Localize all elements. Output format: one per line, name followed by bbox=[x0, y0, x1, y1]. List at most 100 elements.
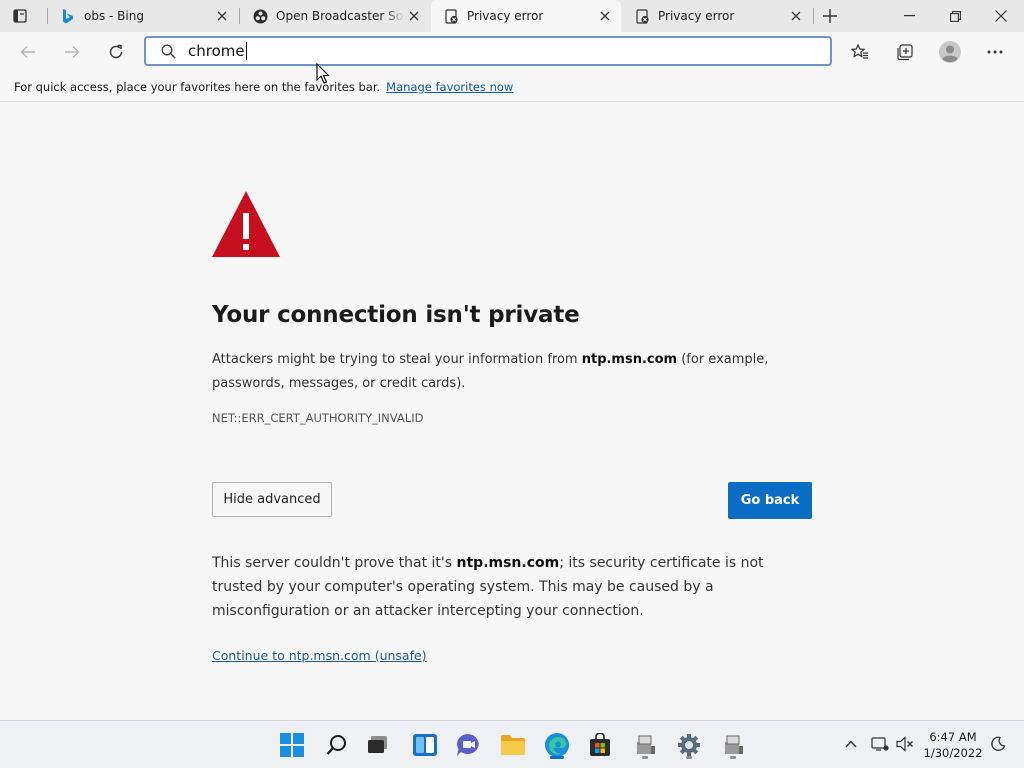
clock-time: 6:47 AM bbox=[929, 730, 977, 744]
folder-icon bbox=[501, 735, 525, 755]
details-text: This server couldn't prove that it's bbox=[212, 555, 457, 571]
moon-icon bbox=[991, 736, 1006, 751]
tab-title: Privacy error bbox=[658, 9, 735, 23]
page-title: Your connection isn't private bbox=[212, 302, 580, 328]
tab-title: Open Broadcaster Software bbox=[276, 9, 404, 23]
network-button[interactable] bbox=[869, 733, 891, 755]
active-app-indicator bbox=[550, 756, 564, 759]
restore-icon bbox=[949, 10, 961, 22]
edge-icon bbox=[545, 733, 569, 757]
favorites-star-icon bbox=[851, 44, 868, 59]
plus-icon bbox=[823, 9, 837, 23]
windows-start-icon bbox=[280, 733, 304, 757]
refresh-button[interactable] bbox=[102, 38, 130, 66]
error-description: Attackers might be trying to steal your … bbox=[212, 348, 812, 396]
close-icon bbox=[995, 10, 1007, 22]
bing-icon bbox=[60, 8, 76, 24]
running-app-indicator bbox=[642, 756, 648, 759]
minimize-button[interactable] bbox=[886, 0, 932, 32]
new-tab-button[interactable] bbox=[820, 6, 840, 26]
tab-bing[interactable]: obs - Bing bbox=[48, 0, 238, 32]
installer-icon bbox=[637, 735, 655, 754]
chat-button[interactable] bbox=[452, 729, 484, 761]
search-icon bbox=[326, 735, 346, 755]
widgets-icon bbox=[413, 734, 437, 756]
store-icon bbox=[590, 733, 610, 756]
taskbar-clock[interactable]: 6:47 AM 1/30/2022 bbox=[920, 729, 986, 761]
taskbar: 6:47 AM 1/30/2022 bbox=[0, 720, 1024, 768]
close-icon[interactable] bbox=[786, 6, 806, 26]
volume-button[interactable] bbox=[894, 733, 916, 755]
close-icon[interactable] bbox=[212, 6, 232, 26]
privacy-error-icon bbox=[443, 8, 459, 24]
clock-date: 1/30/2022 bbox=[923, 746, 983, 760]
error-page: Your connection isn't private Attackers … bbox=[0, 103, 1024, 720]
warning-triangle-icon bbox=[212, 191, 280, 257]
tab-privacy-error[interactable]: Privacy error bbox=[622, 0, 812, 32]
privacy-error-icon bbox=[634, 8, 650, 24]
store-button[interactable] bbox=[584, 729, 616, 761]
show-hidden-icons-button[interactable] bbox=[840, 733, 862, 755]
tab-actions-icon bbox=[13, 9, 27, 23]
back-button[interactable] bbox=[14, 38, 42, 66]
network-icon bbox=[871, 737, 889, 751]
settings-taskbar-button[interactable] bbox=[673, 729, 705, 761]
running-app-indicator bbox=[730, 756, 736, 759]
refresh-icon bbox=[109, 44, 123, 59]
volume-muted-icon bbox=[896, 736, 913, 752]
tab-privacy-error-active[interactable]: Privacy error bbox=[431, 0, 621, 32]
gear-icon bbox=[678, 734, 700, 756]
settings-more-button[interactable] bbox=[981, 38, 1009, 66]
installer-icon bbox=[725, 735, 743, 754]
restore-button[interactable] bbox=[932, 0, 978, 32]
taskbar-search-button[interactable] bbox=[321, 729, 353, 761]
mouse-cursor-icon bbox=[316, 63, 330, 84]
tab-title: Privacy error bbox=[467, 9, 544, 23]
running-app-indicator bbox=[686, 756, 692, 759]
favorites-button[interactable] bbox=[846, 38, 874, 66]
close-window-button[interactable] bbox=[978, 0, 1024, 32]
collections-button[interactable] bbox=[891, 38, 919, 66]
avatar-icon bbox=[939, 41, 961, 63]
collections-icon bbox=[897, 44, 913, 61]
favorites-bar: For quick access, place your favorites h… bbox=[0, 72, 1024, 102]
file-explorer-button[interactable] bbox=[497, 729, 529, 761]
obs-icon bbox=[252, 8, 268, 24]
go-back-button[interactable]: Go back bbox=[728, 482, 812, 519]
task-view-icon bbox=[368, 736, 387, 753]
notification-center-button[interactable] bbox=[987, 733, 1009, 755]
forward-button[interactable] bbox=[58, 38, 86, 66]
tab-title: obs - Bing bbox=[84, 9, 144, 23]
arrow-left-icon bbox=[20, 46, 35, 58]
text-caret bbox=[245, 42, 247, 60]
more-icon bbox=[987, 50, 1003, 54]
tab-obs[interactable]: Open Broadcaster Software bbox=[240, 0, 430, 32]
close-icon[interactable] bbox=[404, 6, 424, 26]
tab-separator bbox=[813, 8, 814, 24]
arrow-right-icon bbox=[65, 46, 80, 58]
address-bar[interactable]: chrome bbox=[144, 36, 832, 66]
task-view-button[interactable] bbox=[362, 729, 394, 761]
start-button[interactable] bbox=[276, 729, 308, 761]
host-name: ntp.msn.com bbox=[581, 352, 678, 367]
close-icon[interactable] bbox=[595, 6, 615, 26]
address-input-text: chrome bbox=[188, 42, 245, 60]
app-installer-button[interactable] bbox=[629, 729, 661, 761]
continue-unsafe-link[interactable]: Continue to ntp.msn.com (unsafe) bbox=[212, 648, 427, 663]
tab-actions-button[interactable] bbox=[10, 7, 30, 25]
error-code: NET::ERR_CERT_AUTHORITY_INVALID bbox=[212, 411, 424, 425]
advanced-details: This server couldn't prove that it's ntp… bbox=[212, 551, 812, 623]
setup-app-button[interactable] bbox=[717, 729, 749, 761]
widgets-button[interactable] bbox=[409, 729, 441, 761]
chat-icon bbox=[457, 734, 479, 756]
manage-favorites-link[interactable]: Manage favorites now bbox=[386, 80, 513, 94]
search-icon bbox=[158, 41, 178, 61]
hide-advanced-button[interactable]: Hide advanced bbox=[212, 482, 332, 517]
host-name: ntp.msn.com bbox=[456, 555, 560, 571]
tab-strip: obs - Bing Open Broadcaster Software Pri… bbox=[0, 0, 1024, 32]
chevron-up-icon bbox=[845, 740, 857, 748]
description-text: Attackers might be trying to steal your … bbox=[212, 352, 582, 367]
minimize-icon bbox=[903, 15, 915, 17]
edge-taskbar-button[interactable] bbox=[541, 729, 573, 761]
profile-button[interactable] bbox=[936, 38, 964, 66]
